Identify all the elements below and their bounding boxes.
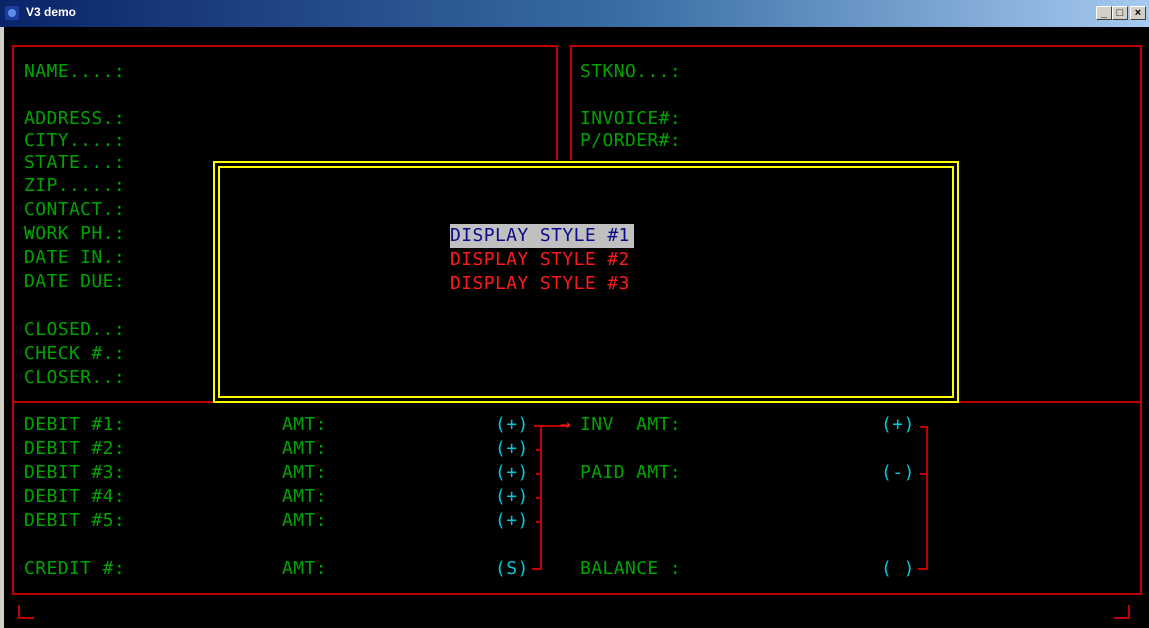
invoice-amount-sign: (+) xyxy=(881,414,915,435)
credit-sign: (S) xyxy=(495,558,529,579)
name-label: NAME....: xyxy=(24,61,126,82)
debit-4-sign: (+) xyxy=(495,486,529,507)
closer-label: CLOSER..: xyxy=(24,367,126,388)
debit-5-label: DEBIT #5: xyxy=(24,510,126,531)
debit-2-label: DEBIT #2: xyxy=(24,438,126,459)
minimize-button[interactable]: _ xyxy=(1096,6,1112,20)
debit-2-sign: (+) xyxy=(495,438,529,459)
display-style-dialog: DISPLAY STYLE #1 DISPLAY STYLE #2 DISPLA… xyxy=(213,161,959,403)
debit-5-sign: (+) xyxy=(495,510,529,531)
frame-rule xyxy=(12,401,14,595)
display-style-option-1[interactable]: DISPLAY STYLE #1 xyxy=(450,224,634,248)
amt-label: AMT: xyxy=(282,510,327,531)
display-style-option-3[interactable]: DISPLAY STYLE #3 xyxy=(450,272,630,296)
sum-bracket-tick xyxy=(536,521,542,523)
state-label: STATE...: xyxy=(24,152,126,173)
amt-label: AMT: xyxy=(282,414,327,435)
title-bar[interactable]: V3 demo _ □ × xyxy=(0,0,1149,27)
stock-number-label: STKNO...: xyxy=(580,61,682,82)
frame-rule xyxy=(18,617,34,619)
check-number-label: CHECK #.: xyxy=(24,343,126,364)
frame-rule xyxy=(12,45,558,47)
debit-1-label: DEBIT #1: xyxy=(24,414,126,435)
frame-rule xyxy=(12,593,1142,595)
debit-3-sign: (+) xyxy=(495,462,529,483)
balance-bracket xyxy=(920,473,928,475)
debit-3-label: DEBIT #3: xyxy=(24,462,126,483)
address-label: ADDRESS.: xyxy=(24,108,126,129)
amt-label: AMT: xyxy=(282,438,327,459)
window-title: V3 demo xyxy=(26,5,77,19)
credit-label: CREDIT #: xyxy=(24,558,126,579)
sum-bracket-tick xyxy=(536,449,542,451)
amt-label: AMT: xyxy=(282,462,327,483)
balance-bracket xyxy=(918,568,928,570)
contact-label: CONTACT.: xyxy=(24,199,126,220)
amt-label: AMT: xyxy=(282,486,327,507)
frame-rule xyxy=(570,45,1142,47)
frame-rule xyxy=(556,45,558,160)
paid-amount-label: PAID AMT: xyxy=(580,462,682,483)
app-icon xyxy=(5,6,19,20)
close-button[interactable]: × xyxy=(1130,6,1146,20)
purchase-order-label: P/ORDER#: xyxy=(580,130,682,151)
frame-rule xyxy=(570,45,572,160)
debit-4-label: DEBIT #4: xyxy=(24,486,126,507)
invoice-amount-label: INV AMT: xyxy=(580,414,682,435)
balance-sign: ( ) xyxy=(881,558,915,579)
zip-label: ZIP.....: xyxy=(24,175,126,196)
sum-bracket-tick xyxy=(536,497,542,499)
debit-1-sign: (+) xyxy=(495,414,529,435)
sum-bracket xyxy=(532,568,542,570)
arrow-head: → xyxy=(560,414,572,435)
date-in-label: DATE IN.: xyxy=(24,247,126,268)
balance-label: BALANCE : xyxy=(580,558,682,579)
frame-rule xyxy=(1114,617,1130,619)
amt-label: AMT: xyxy=(282,558,327,579)
balance-bracket xyxy=(926,426,928,570)
frame-rule xyxy=(12,45,14,403)
maximize-button[interactable]: □ xyxy=(1112,6,1128,20)
invoice-number-label: INVOICE#: xyxy=(580,108,682,129)
work-phone-label: WORK PH.: xyxy=(24,223,126,244)
sum-bracket-tick xyxy=(536,473,542,475)
closed-label: CLOSED..: xyxy=(24,319,126,340)
date-due-label: DATE DUE: xyxy=(24,271,126,292)
display-style-option-2[interactable]: DISPLAY STYLE #2 xyxy=(450,248,630,272)
city-label: CITY....: xyxy=(24,130,126,151)
frame-rule xyxy=(1140,45,1142,595)
balance-bracket xyxy=(920,426,928,428)
paid-amount-sign: (-) xyxy=(881,462,915,483)
